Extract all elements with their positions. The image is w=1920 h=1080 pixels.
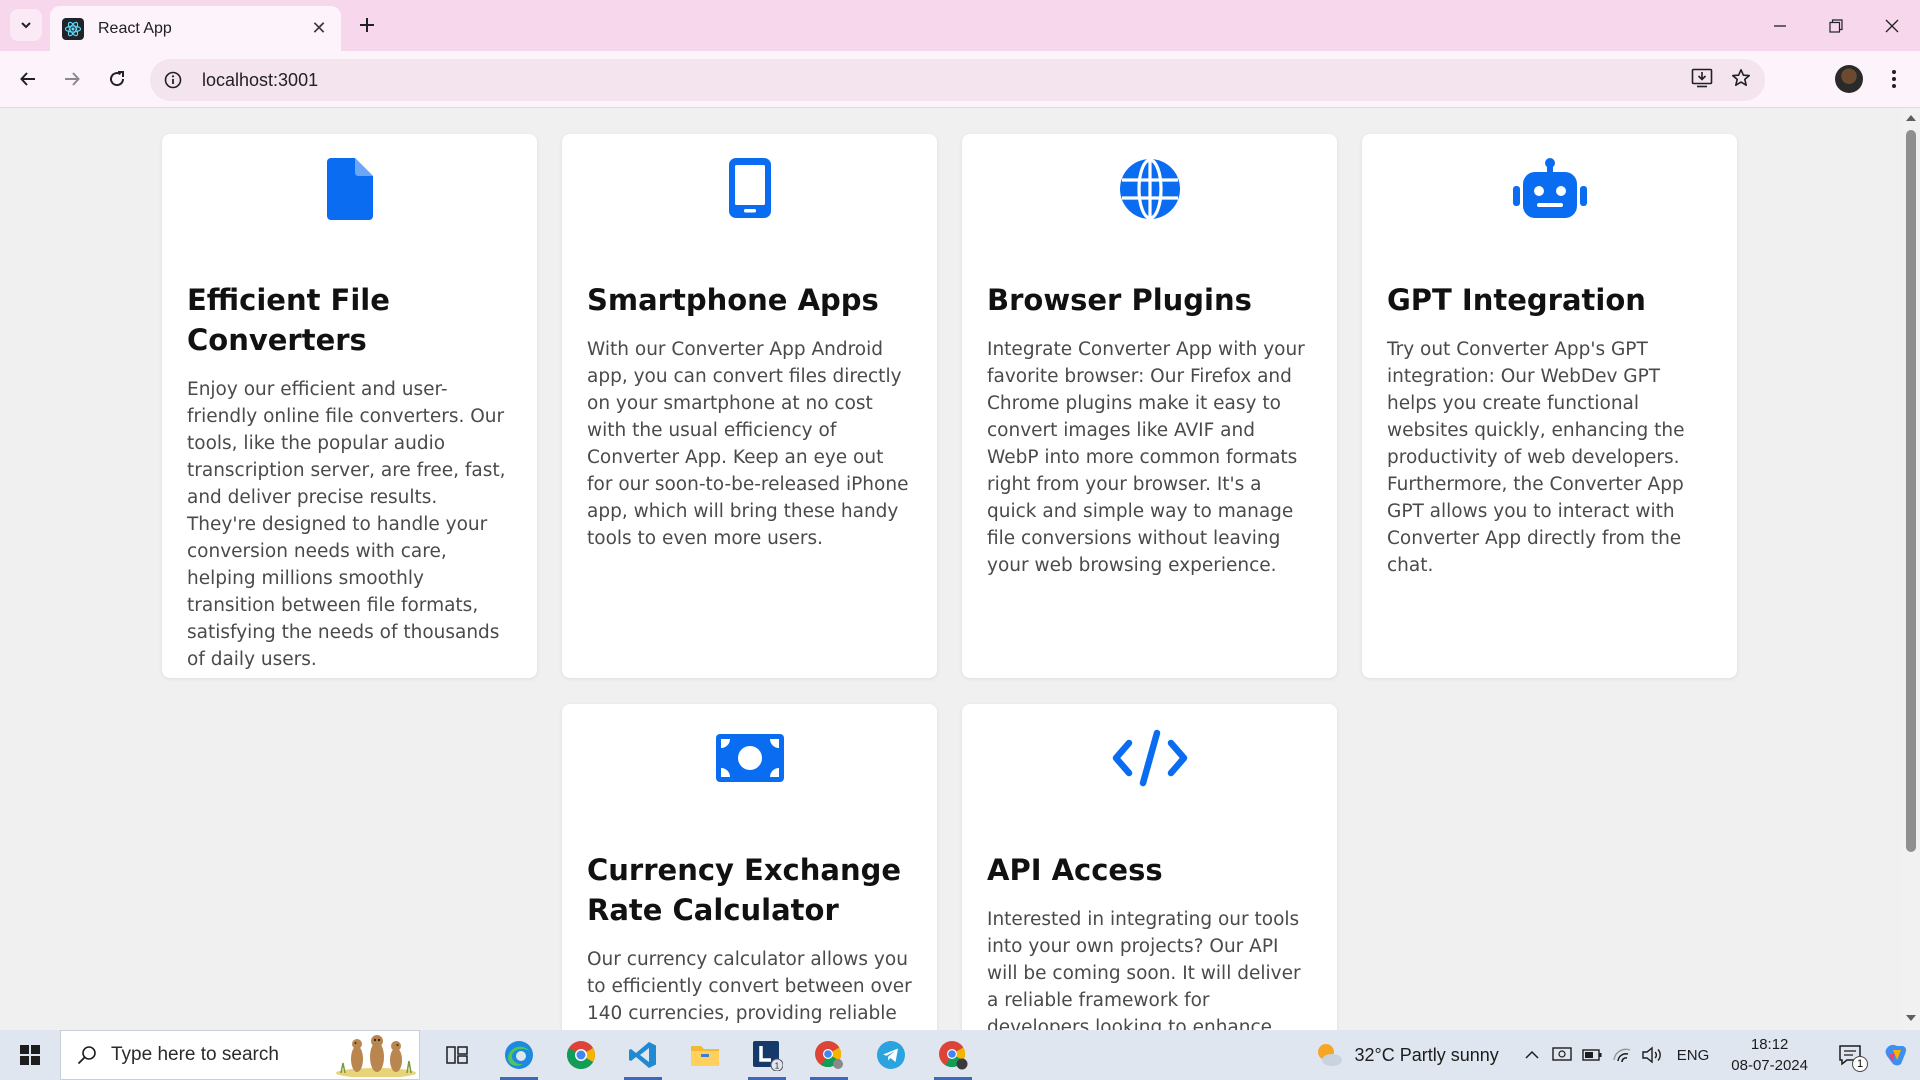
telegram-icon[interactable]: [860, 1030, 922, 1080]
restore-icon: [1829, 18, 1843, 33]
file-explorer-icon[interactable]: [674, 1030, 736, 1080]
scrollbar-thumb[interactable]: [1906, 130, 1916, 852]
start-button[interactable]: [0, 1030, 60, 1080]
react-icon: [62, 17, 84, 40]
feature-card-file-converters: Efficient File Converters Enjoy our effi…: [162, 134, 537, 678]
feature-card-currency-calculator: Currency Exchange Rate Calculator Our cu…: [562, 704, 937, 1030]
clock-date: 08-07-2024: [1731, 1057, 1808, 1074]
forward-button[interactable]: [54, 61, 90, 97]
minimize-button[interactable]: [1752, 0, 1808, 51]
reload-button[interactable]: [99, 61, 135, 97]
page-viewport: Efficient File Converters Enjoy our effi…: [0, 108, 1902, 1030]
browser-tab-bar: React App ✕: [0, 0, 1920, 51]
close-icon: [1885, 19, 1899, 32]
feature-card-browser-plugins: Browser Plugins Integrate Converter App …: [962, 134, 1337, 678]
back-button[interactable]: [10, 61, 46, 97]
clock[interactable]: 18:12 08-07-2024: [1731, 1034, 1808, 1076]
chevron-up-icon[interactable]: [1517, 1030, 1547, 1080]
feature-title: Browser Plugins: [987, 283, 1252, 317]
wifi-icon[interactable]: [1607, 1030, 1637, 1080]
feature-description: Enjoy our efficient and user-friendly on…: [187, 379, 506, 670]
meerkat-illustration-icon: [336, 1035, 416, 1077]
weather-text: 32°C Partly sunny: [1354, 1044, 1499, 1065]
feature-description: Interested in integrating our tools into…: [987, 909, 1301, 1030]
bookmark-star-icon[interactable]: [1731, 68, 1751, 92]
search-placeholder: Type here to search: [111, 1044, 279, 1065]
volume-icon[interactable]: [1637, 1030, 1667, 1080]
window-controls: [1752, 0, 1920, 51]
restore-button[interactable]: [1808, 0, 1864, 51]
feature-description: Try out Converter App's GPT integration:…: [1387, 339, 1685, 576]
taskbar-search[interactable]: Type here to search: [60, 1030, 420, 1080]
edge-icon[interactable]: [488, 1030, 550, 1080]
weather-widget[interactable]: 32°C Partly sunny: [1314, 1041, 1499, 1069]
minimize-icon: [1774, 24, 1786, 27]
install-app-icon[interactable]: [1691, 68, 1713, 92]
close-window-button[interactable]: [1864, 0, 1920, 51]
money-bill-icon: [587, 728, 912, 808]
notification-badge: 1: [1852, 1056, 1868, 1072]
feature-card-gpt-integration: GPT Integration Try out Converter App's …: [1362, 134, 1737, 678]
tab-close-icon[interactable]: ✕: [309, 18, 329, 39]
url-text[interactable]: localhost:3001: [202, 70, 1691, 91]
chrome-icon[interactable]: [550, 1030, 612, 1080]
language-indicator[interactable]: ENG: [1677, 1047, 1710, 1064]
scroll-up-arrow-icon[interactable]: [1902, 114, 1920, 126]
notification-center-icon[interactable]: 1: [1828, 1030, 1872, 1080]
active-tab[interactable]: React App ✕: [50, 6, 341, 51]
profile-avatar[interactable]: [1835, 65, 1863, 93]
robot-icon: [1387, 158, 1712, 238]
globe-icon: [987, 158, 1312, 238]
arrow-right-icon: [65, 72, 80, 86]
feature-title: Currency Exchange Rate Calculator: [587, 853, 902, 927]
code-icon: [987, 728, 1312, 808]
system-tray: 32°C Partly sunny ENG 18:12 08-07-2024 1: [1314, 1030, 1920, 1080]
vscode-icon[interactable]: [612, 1030, 674, 1080]
more-vertical-icon: [1892, 70, 1896, 88]
smartphone-icon: [587, 158, 912, 238]
feature-card-api-access: API Access Interested in integrating our…: [962, 704, 1337, 1030]
windows-logo-icon: [20, 1045, 40, 1065]
display-icon[interactable]: [1547, 1030, 1577, 1080]
battery-icon[interactable]: [1577, 1030, 1607, 1080]
feature-title: Efficient File Converters: [187, 283, 390, 357]
new-tab-button[interactable]: [352, 10, 382, 40]
partly-sunny-icon: [1318, 1044, 1343, 1066]
chrome-profile-icon[interactable]: [798, 1030, 860, 1080]
plus-icon: [360, 18, 374, 32]
app-l-icon[interactable]: 1: [736, 1030, 798, 1080]
feature-description: Integrate Converter App with your favori…: [987, 339, 1305, 576]
app-badge: 1: [775, 1062, 780, 1071]
tab-title: React App: [98, 19, 172, 37]
file-icon: [187, 158, 512, 238]
address-bar[interactable]: localhost:3001: [150, 59, 1765, 101]
feature-description: With our Converter App Android app, you …: [587, 339, 909, 549]
search-icon: [77, 1046, 96, 1065]
browser-menu-button[interactable]: [1880, 61, 1908, 97]
feature-card-smartphone-apps: Smartphone Apps With our Converter App A…: [562, 134, 937, 678]
feature-title: Smartphone Apps: [587, 283, 879, 317]
page-scrollbar[interactable]: [1902, 108, 1920, 1030]
clock-time: 18:12: [1750, 1036, 1789, 1053]
copilot-icon[interactable]: [1872, 1030, 1920, 1080]
taskbar-apps: 1: [426, 1030, 984, 1080]
site-info-icon[interactable]: [164, 71, 182, 89]
feature-title: GPT Integration: [1387, 283, 1646, 317]
arrow-left-icon: [20, 72, 35, 86]
reload-icon: [110, 71, 125, 87]
feature-description: Our currency calculator allows you to ef…: [587, 949, 912, 1024]
windows-taskbar: Type here to search 1 32°C Partly sunny …: [0, 1030, 1920, 1080]
task-view-icon[interactable]: [426, 1030, 488, 1080]
browser-toolbar: localhost:3001: [0, 51, 1920, 108]
tab-search-button[interactable]: [10, 9, 42, 41]
feature-title: API Access: [987, 853, 1163, 887]
scroll-down-arrow-icon[interactable]: [1902, 1014, 1920, 1026]
address-bar-actions: [1691, 68, 1751, 92]
chrome-active-icon[interactable]: [922, 1030, 984, 1080]
chevron-down-icon: [21, 22, 31, 29]
